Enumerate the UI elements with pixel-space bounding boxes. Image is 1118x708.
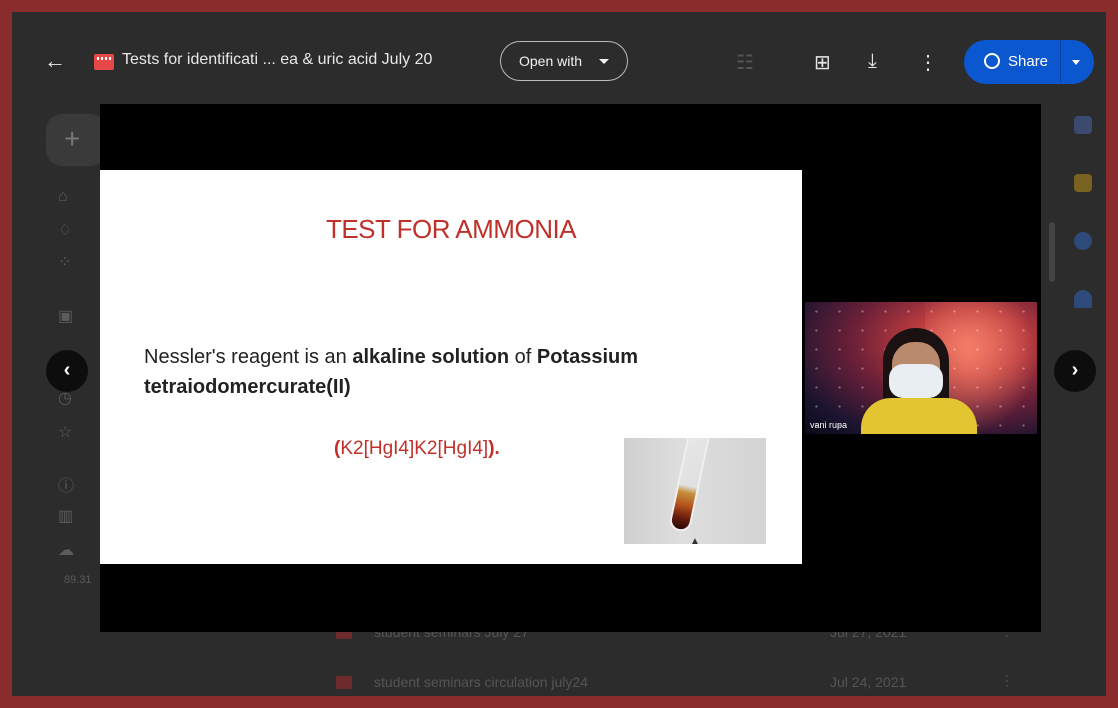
participant-video: vani rupa [805,302,1037,434]
tune-icon: ☷ [736,52,754,74]
participant-name: vani rupa [810,420,848,430]
new-button: + [46,114,106,166]
body-bold-text: alkaline solution [352,346,510,368]
activity-icon: ♢ [58,222,73,239]
more-icon: ⋮ [1000,672,1014,688]
file-name: student seminars circulation july24 [374,674,588,690]
trash-icon: ▥ [58,508,74,525]
video-file-icon [94,54,114,70]
drive-preview-overlay: + ⌂ ♢ ⁘ ▣ ◷ ☆ ⓘ ▥ ☁ 89.31 student semina… [10,10,1108,698]
slide-body-text: Nessler's reagent is an alkaline solutio… [144,342,764,402]
mouse-cursor-icon: ▲ [690,536,700,547]
video-player[interactable]: TEST FOR AMMONIA Nessler's reagent is an… [100,104,1041,632]
tasks-icon [1074,232,1092,250]
more-vert-icon[interactable]: ⋮ [918,50,938,75]
formula-text: K2[HgI4]K2[HgI4] [340,438,489,459]
chevron-right-icon[interactable]: › [1054,350,1096,392]
spam-icon: ⓘ [58,478,75,495]
body-text: Nessler's reagent is an [144,346,353,368]
body-text: of [509,346,537,368]
chevron-left-icon[interactable]: ‹ [46,350,88,392]
calendar-icon [1074,116,1092,134]
formula-close: ). [488,438,500,459]
slide-formula: (K2[HgI4]K2[HgI4]). [334,438,500,460]
slide-heading: TEST FOR AMMONIA [325,214,577,244]
contacts-icon [1074,290,1092,308]
home-icon: ⌂ [58,188,68,205]
preview-toolbar: ← Tests for identificati ... ea & uric a… [12,36,1106,92]
share-label: Share [1008,53,1049,70]
globe-icon [984,53,1000,69]
open-with-button[interactable]: Open with [500,41,628,81]
file-date: Jul 24, 2021 [830,674,907,690]
add-comment-icon[interactable]: ⊞ [814,50,831,75]
caret-down-icon [599,59,609,64]
video-file-icon [336,676,352,689]
file-title: Tests for identificati ... ea & uric aci… [122,51,433,68]
workspaces-icon: ⁘ [58,254,72,271]
share-divider [1060,40,1061,84]
test-tube-photo [624,438,766,544]
download-icon[interactable]: ⤓ [868,50,877,73]
test-tube-image [667,438,711,534]
storage-icon: ☁ [58,542,74,559]
arrow-left-icon[interactable]: ← [44,48,66,74]
keep-icon [1074,174,1092,192]
my-drive-icon: ▣ [58,308,74,325]
scrollbar [1049,222,1055,282]
share-button[interactable]: Share [964,40,1094,84]
presentation-slide: TEST FOR AMMONIA Nessler's reagent is an… [100,170,802,564]
share-dropdown-icon[interactable] [1072,60,1080,65]
open-with-label: Open with [519,53,583,69]
storage-text: 89.31 [64,574,92,586]
starred-icon: ☆ [58,424,73,441]
file-row: student seminars circulation july24 Jul … [332,668,1102,696]
